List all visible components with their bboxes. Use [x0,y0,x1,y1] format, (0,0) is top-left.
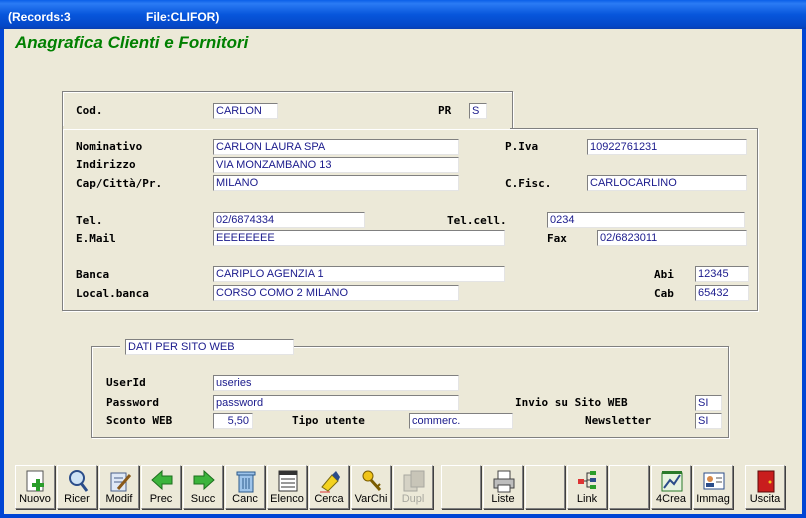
telcell-field[interactable]: 0234 [547,212,745,228]
duplicate-icon [403,470,425,492]
indirizzo-label: Indirizzo [76,158,136,171]
uscita-button[interactable]: Uscita [745,465,785,509]
immag-button[interactable]: Immag [693,465,733,509]
cap-citta-label: Cap/Città/Pr. [76,177,163,190]
tipo-utente-label: Tipo utente [292,414,365,427]
chart-create-icon [661,471,683,492]
dupl-label: Dupl [401,493,425,505]
piva-field[interactable]: 10922761231 [587,139,747,155]
search-magnifier-icon [69,470,89,492]
succ-label: Succ [190,493,216,505]
dupl-button[interactable]: Dupl [393,465,433,509]
cod-label: Cod. [76,104,103,117]
canc-button[interactable]: Canc [225,465,265,509]
sconto-field[interactable]: 5,50 [213,413,253,429]
printer-icon [493,470,515,493]
banca-label: Banca [76,268,110,281]
arrow-left-icon [151,469,173,491]
nuovo-label: Nuovo [19,493,51,505]
id-card-icon [703,472,725,490]
nominativo-label: Nominativo [76,140,143,153]
crea4-button[interactable]: 4Crea [651,465,691,509]
elenco-button[interactable]: Elenco [267,465,307,509]
piva-label: P.Iva [505,140,539,153]
new-document-icon [26,470,44,492]
elenco-label: Elenco [270,493,304,505]
sconto-label: Sconto WEB [106,414,173,427]
ricer-button[interactable]: Ricer [57,465,97,509]
email-field[interactable]: EEEEEEEE [213,230,505,246]
invio-label: Invio su Sito WEB [515,396,628,409]
blank-button-2[interactable] [525,465,565,509]
cerca-label: Cerca [314,493,344,505]
password-label: Password [106,396,159,409]
uscita-label: Uscita [749,493,781,505]
web-caption: DATI PER SITO WEB [125,339,294,355]
link-button[interactable]: Link [567,465,607,509]
cfisc-label: C.Fisc. [505,177,552,190]
tree-link-icon [578,471,596,489]
bottom-toolbar: Nuovo Ricer Modif Prec Succ Canc Elenco … [12,465,788,511]
trash-icon [236,471,256,493]
nominativo-field[interactable]: CARLON LAURA SPA [213,139,459,155]
link-label: Link [576,493,598,505]
exit-door-icon [757,470,775,493]
indirizzo-field[interactable]: VIA MONZAMBANO 13 [213,157,459,173]
userid-field[interactable]: useries [213,375,459,391]
banca-field[interactable]: CARIPLO AGENZIA 1 [213,266,505,282]
userid-label: UserId [106,376,146,389]
cab-label: Cab [654,287,674,300]
tel-label: Tel. [76,214,103,227]
succ-button[interactable]: Succ [183,465,223,509]
citta-field[interactable]: MILANO [213,175,459,191]
ricer-label: Ricer [64,493,90,505]
invio-field[interactable]: SI [695,395,722,411]
keys-icon [362,470,382,492]
password-field[interactable]: password [213,395,459,411]
list-icon [278,470,298,492]
fax-field[interactable]: 02/6823011 [597,230,747,246]
cod-field[interactable]: CARLON [213,103,278,119]
prec-label: Prec [149,493,173,505]
immag-label: Immag [696,493,730,505]
form-title: Anagrafica Clienti e Fornitori [15,33,249,52]
varchi-button[interactable]: VarChi [351,465,391,509]
pr-field[interactable]: S [469,103,487,119]
edit-document-icon [110,472,132,492]
liste-button[interactable]: Liste [483,465,523,509]
modif-button[interactable]: Modif [99,465,139,509]
arrow-right-icon [193,469,215,491]
blank-button-3[interactable] [609,465,649,509]
window-titlebar[interactable]: (Records:3 File:CLIFOR) [0,0,806,29]
email-label: E.Mail [76,232,116,245]
varchi-label: VarChi [354,493,388,505]
liste-label: Liste [491,493,515,505]
cerca-button[interactable]: Cerca [309,465,349,509]
cfisc-field[interactable]: CARLOCARLINO [587,175,747,191]
localbanca-field[interactable]: CORSO COMO 2 MILANO [213,285,459,301]
nuovo-button[interactable]: Nuovo [15,465,55,509]
newsletter-field[interactable]: SI [695,413,722,429]
records-count: (Records:3 [8,10,71,24]
fax-label: Fax [547,232,567,245]
crea4-label: 4Crea [656,493,686,505]
abi-field[interactable]: 12345 [695,266,749,282]
pr-label: PR [438,104,452,117]
newsletter-label: Newsletter [585,414,652,427]
highlighter-icon [320,471,340,493]
cab-field[interactable]: 65432 [695,285,749,301]
modif-label: Modif [105,493,133,505]
abi-label: Abi [654,268,674,281]
tel-field[interactable]: 02/6874334 [213,212,365,228]
file-name: File:CLIFOR) [146,10,220,24]
prec-button[interactable]: Prec [141,465,181,509]
tipo-utente-field[interactable]: commerc. [409,413,513,429]
telcell-label: Tel.cell. [447,214,507,227]
localbanca-label: Local.banca [76,287,149,300]
canc-label: Canc [232,493,258,505]
panel-joint [63,126,510,129]
blank-button-1[interactable] [441,465,481,509]
